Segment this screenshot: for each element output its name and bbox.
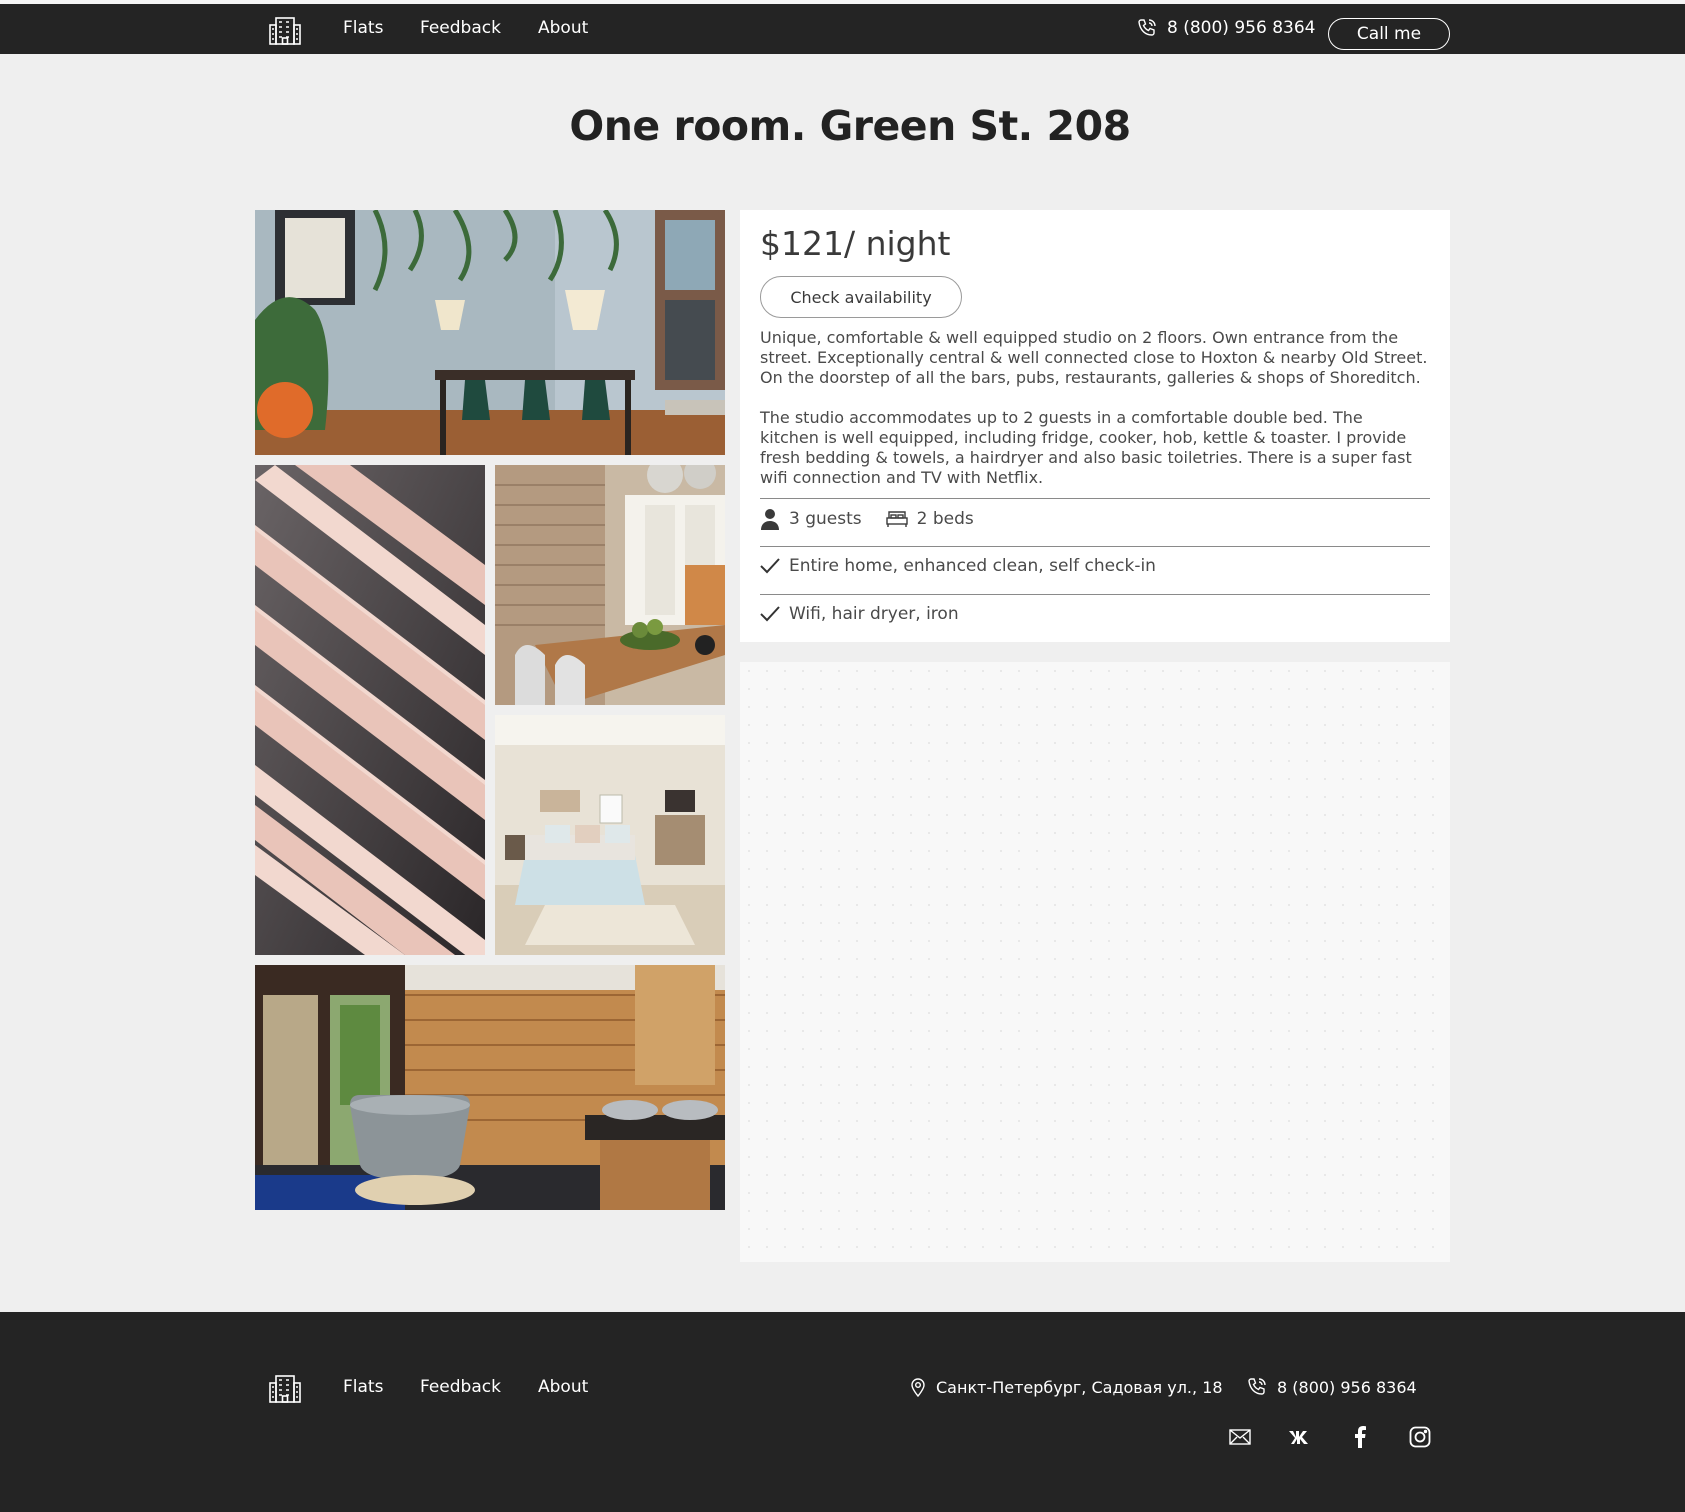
desc-line: wifi connection and TV with Netflix. [760,468,1044,487]
desc-line: fresh bedding & towels, a hairdryer and … [760,448,1412,467]
feature-row-2: Wifi, hair dryer, iron [760,604,959,624]
address-text: Санкт-Петербург, Садовая ул., 18 [936,1377,1223,1397]
description-paragraph-1: Unique, comfortable & well equipped stud… [760,328,1430,388]
header-phone-number: 8 (800) 956 8364 [1167,18,1316,38]
bed-icon [885,511,908,527]
location-map[interactable] [740,662,1450,1262]
checkmark-icon [760,558,780,574]
footer-link-about[interactable]: About [538,1377,588,1397]
desc-line: On the doorstep of all the bars, pubs, r… [760,368,1421,387]
desc-line: Unique, comfortable & well equipped stud… [760,328,1399,347]
photo-building-facade[interactable] [255,465,485,955]
beds-count: 2 beds [916,509,974,529]
photo-bedroom[interactable] [495,715,725,955]
header-phone[interactable]: 8 (800) 956 8364 [1137,18,1315,38]
page-title: One room. Green St. 208 [569,102,1131,150]
phone-icon [1138,19,1156,36]
feature-text-2: Wifi, hair dryer, iron [789,604,959,624]
site-footer: Flats Feedback About Санкт-Петербург, Са… [0,1312,1685,1512]
call-me-button[interactable]: Call me [1328,18,1450,50]
desc-line: kitchen is well equipped, including frid… [760,428,1407,447]
instagram-icon[interactable] [1408,1425,1432,1449]
desc-line: street. Exceptionally central & well con… [760,348,1428,367]
building-logo-icon[interactable] [268,1374,302,1404]
footer-phone[interactable]: 8 (800) 956 8364 [1247,1377,1417,1397]
photo-dining-room[interactable] [255,210,725,455]
vk-icon[interactable] [1288,1425,1312,1449]
nav-link-feedback[interactable]: Feedback [420,18,501,38]
nav-link-flats[interactable]: Flats [343,18,383,38]
mail-icon[interactable] [1228,1425,1252,1449]
description-paragraph-2: The studio accommodates up to 2 guests i… [760,408,1430,488]
facebook-icon[interactable] [1348,1425,1372,1449]
divider [760,594,1430,595]
photo-kitchen[interactable] [495,465,725,705]
check-availability-button[interactable]: Check availability [760,276,962,318]
listing-card: $121/ night Check availability Unique, c… [740,210,1450,642]
feature-row-1: Entire home, enhanced clean, self check-… [760,556,1156,576]
price-per-night: $121/ night [760,224,951,263]
person-icon [761,509,779,530]
site-header: Flats Feedback About 8 (800) 956 8364 Ca… [0,4,1685,54]
building-logo-icon[interactable] [268,16,302,46]
feature-text-1: Entire home, enhanced clean, self check-… [789,556,1156,576]
location-pin-icon [911,1378,925,1397]
capacity-row: 3 guests 2 beds [760,508,974,530]
checkmark-icon [760,606,780,622]
phone-icon [1248,1378,1266,1395]
footer-link-feedback[interactable]: Feedback [420,1377,501,1397]
divider [760,498,1430,499]
footer-phone-number: 8 (800) 956 8364 [1277,1377,1417,1397]
divider [760,546,1430,547]
photo-bathroom[interactable] [255,965,725,1210]
desc-line: The studio accommodates up to 2 guests i… [760,408,1363,427]
footer-address: Санкт-Петербург, Садовая ул., 18 [910,1377,1223,1397]
footer-link-flats[interactable]: Flats [343,1377,383,1397]
nav-link-about[interactable]: About [538,18,588,38]
guests-count: 3 guests [789,509,862,529]
